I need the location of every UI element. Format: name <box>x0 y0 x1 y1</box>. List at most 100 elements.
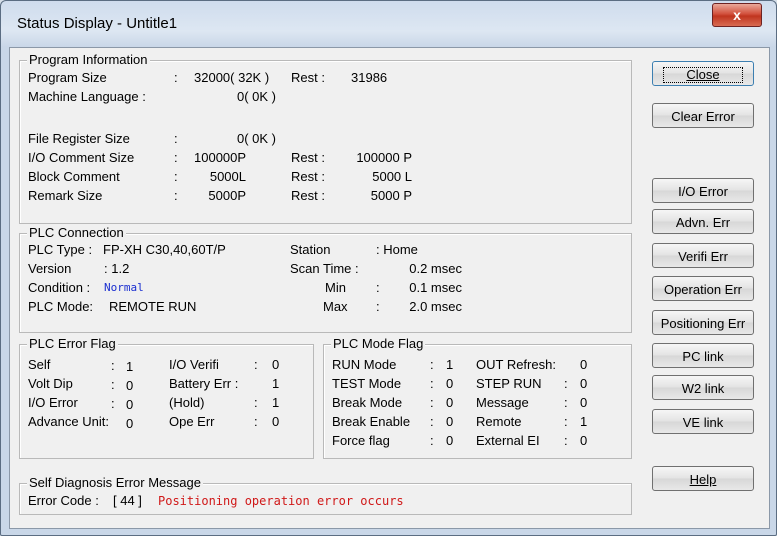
self-value: 1 <box>126 359 134 374</box>
colon: : <box>564 395 568 410</box>
plc-mode-value: REMOTE RUN <box>109 299 197 314</box>
scan-time-value: 0.2 msec <box>409 261 462 276</box>
advn-err-button[interactable]: Advn. Err <box>652 209 754 234</box>
dialog-client: Program Information Program Size : 32000… <box>9 47 770 529</box>
verifi-err-button[interactable]: Verifi Err <box>652 243 754 268</box>
max-label: Max <box>323 299 348 314</box>
plc-mode-label: PLC Mode: <box>28 299 94 314</box>
program-size-value: 32000( 32K ) <box>194 70 270 85</box>
min-label: Min <box>325 280 346 295</box>
colon: : <box>174 70 178 85</box>
error-code-label: Error Code : <box>28 493 99 508</box>
battery-err-value: 1 <box>272 376 280 391</box>
help-button-label: Help <box>689 472 717 487</box>
colon: : <box>254 414 258 429</box>
machine-language-label: Machine Language : <box>28 89 146 104</box>
window-close-icon[interactable]: x <box>712 3 762 27</box>
version-label: Version <box>28 261 72 276</box>
program-size-label: Program Size <box>28 70 107 85</box>
window-title: Status Display - Untitle1 <box>17 15 178 32</box>
io-verifi-label: I/O Verifi <box>169 357 219 372</box>
test-mode-value: 0 <box>446 376 454 391</box>
external-ei-value: 0 <box>580 433 588 448</box>
self-diagnosis-legend: Self Diagnosis Error Message <box>27 475 203 490</box>
run-mode-label: RUN Mode <box>332 357 397 372</box>
colon: : <box>430 395 434 410</box>
step-run-label: STEP RUN <box>476 376 542 391</box>
block-comment-value: 5000L <box>209 169 246 184</box>
self-label: Self <box>28 357 51 372</box>
colon: : <box>111 358 115 373</box>
plc-error-flag-legend: PLC Error Flag <box>27 336 118 351</box>
block-comment-rest-label: Rest : <box>291 169 325 184</box>
title-bar[interactable]: Status Display - Untitle1 x <box>1 1 776 47</box>
remark-rest-label: Rest : <box>291 188 325 203</box>
close-button[interactable]: Close <box>652 61 754 86</box>
message-value: 0 <box>580 395 588 410</box>
io-comment-value: 100000P <box>194 150 247 165</box>
step-run-value: 0 <box>580 376 588 391</box>
pc-link-button[interactable]: PC link <box>652 343 754 368</box>
machine-language-value: 0( 0K ) <box>236 89 276 104</box>
volt-dip-label: Volt Dip <box>28 376 73 391</box>
station-label: Station <box>290 242 331 257</box>
colon: : <box>174 150 178 165</box>
help-button[interactable]: Help <box>652 466 754 491</box>
program-rest-label: Rest : <box>291 70 325 85</box>
station-value: : Home <box>376 242 418 257</box>
plc-type-value: FP-XH C30,40,60T/P <box>103 242 226 257</box>
message-label: Message <box>476 395 529 410</box>
colon: : <box>430 357 434 372</box>
program-information-group: Program Information Program Size : 32000… <box>19 52 632 224</box>
force-flag-label: Force flag <box>332 433 390 448</box>
w2-link-button[interactable]: W2 link <box>652 375 754 400</box>
scan-time-label: Scan Time : <box>290 261 359 276</box>
out-refresh-label: OUT Refresh: <box>476 357 556 372</box>
hold-value: 1 <box>272 395 280 410</box>
colon: : <box>430 433 434 448</box>
block-comment-rest-value: 5000 L <box>372 169 412 184</box>
block-comment-label: Block Comment <box>28 169 120 184</box>
file-register-label: File Register Size <box>28 131 130 146</box>
io-verifi-value: 0 <box>272 357 280 372</box>
ope-err-label: Ope Err <box>169 414 215 429</box>
colon: : <box>254 395 258 410</box>
colon: : <box>254 357 258 372</box>
operation-err-button[interactable]: Operation Err <box>652 276 754 301</box>
ope-err-value: 0 <box>272 414 280 429</box>
version-value: : 1.2 <box>104 261 130 276</box>
advance-unit-value: 0 <box>126 416 134 431</box>
colon: : <box>564 433 568 448</box>
plc-connection-legend: PLC Connection <box>27 225 126 240</box>
close-button-label: Close <box>663 67 743 83</box>
battery-err-label: Battery Err : <box>169 376 239 391</box>
self-diagnosis-group: Self Diagnosis Error Message Error Code … <box>19 475 632 515</box>
remark-size-value: 5000P <box>208 188 246 203</box>
plc-mode-flag-group: PLC Mode Flag RUN Mode : 1 OUT Refresh: … <box>323 336 632 459</box>
break-mode-label: Break Mode <box>332 395 403 410</box>
plc-connection-group: PLC Connection PLC Type : FP-XH C30,40,6… <box>19 225 632 333</box>
remote-value: 1 <box>580 414 588 429</box>
break-mode-value: 0 <box>446 395 454 410</box>
program-rest-value: 31986 <box>351 70 388 85</box>
error-message: Positioning operation error occurs <box>158 494 404 508</box>
clear-error-button[interactable]: Clear Error <box>652 103 754 128</box>
colon: : <box>376 280 380 295</box>
colon: : <box>564 376 568 391</box>
positioning-err-button[interactable]: Positioning Err <box>652 310 754 335</box>
io-comment-rest-value: 100000 P <box>356 150 412 165</box>
remark-rest-value: 5000 P <box>370 188 412 203</box>
plc-error-flag-group: PLC Error Flag Self : 1 I/O Verifi : 0 V… <box>19 336 314 459</box>
external-ei-label: External EI <box>476 433 540 448</box>
force-flag-value: 0 <box>446 433 454 448</box>
test-mode-label: TEST Mode <box>332 376 402 391</box>
out-refresh-value: 0 <box>580 357 588 372</box>
colon: : <box>174 131 178 146</box>
ve-link-button[interactable]: VE link <box>652 409 754 434</box>
status-display-window: Status Display - Untitle1 x Program Info… <box>0 0 777 536</box>
io-error-button[interactable]: I/O Error <box>652 178 754 203</box>
run-mode-value: 1 <box>446 357 454 372</box>
break-enable-value: 0 <box>446 414 454 429</box>
plc-mode-flag-legend: PLC Mode Flag <box>331 336 426 351</box>
error-code-value: [ 44 ] <box>113 493 142 508</box>
